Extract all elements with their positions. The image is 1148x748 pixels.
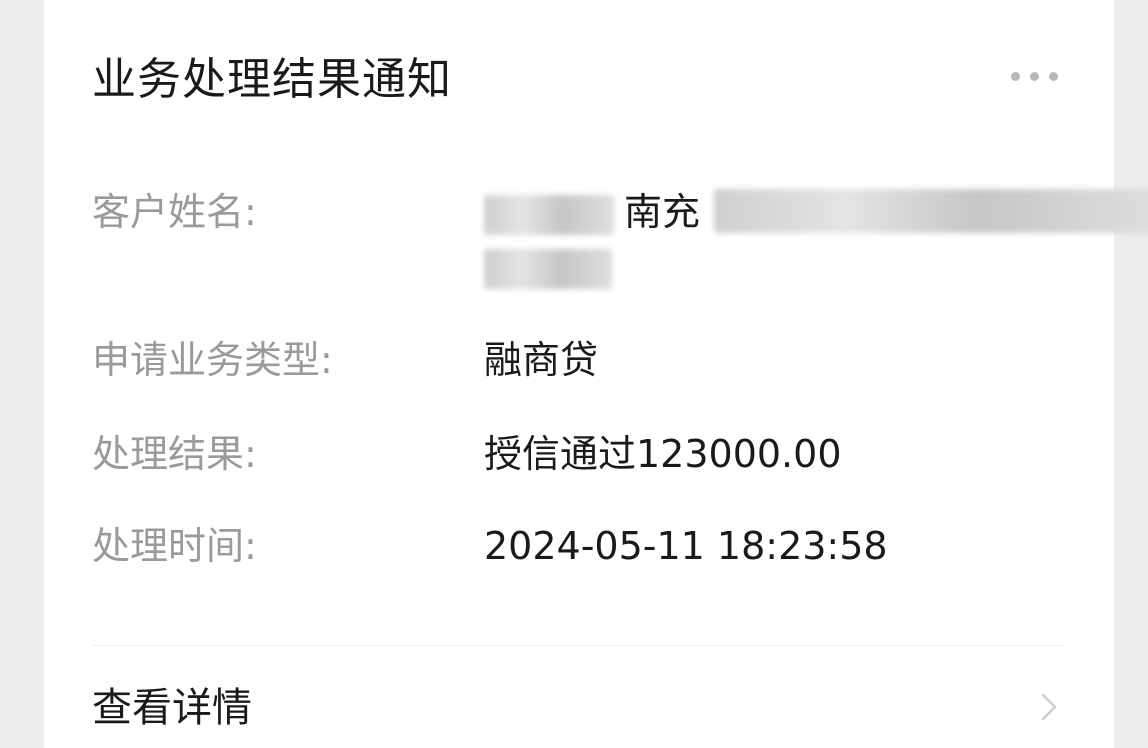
customer-name-value: 南充 [484, 185, 1148, 295]
notification-card: 业务处理结果通知 客户姓名: 南充 申请业务类型: 融商贷 处理结果: 授信通过… [44, 0, 1148, 748]
redacted-text [484, 249, 612, 289]
more-dots-icon [1030, 72, 1039, 81]
redacted-text [714, 189, 1148, 233]
customer-name-row: 客户姓名: 南充 [92, 185, 1148, 295]
result-label: 处理结果: [92, 432, 257, 476]
divider [92, 645, 1066, 646]
redacted-text [484, 195, 614, 235]
business-type-value: 融商贷 [484, 338, 599, 382]
view-details-label: 查看详情 [92, 685, 252, 731]
customer-name-visible-text: 南充 [624, 190, 701, 234]
chevron-right-icon [1041, 693, 1057, 721]
more-dots-icon [1011, 72, 1020, 81]
time-label: 处理时间: [92, 524, 257, 568]
view-details-link[interactable]: 查看详情 [92, 680, 1074, 740]
more-dots-icon [1049, 72, 1058, 81]
business-type-label: 申请业务类型: [92, 338, 333, 382]
card-title: 业务处理结果通知 [92, 54, 452, 105]
more-options-button[interactable] [1011, 72, 1058, 81]
time-value: 2024-05-11 18:23:58 [484, 524, 888, 568]
result-value: 授信通过123000.00 [484, 432, 842, 476]
customer-name-label: 客户姓名: [92, 190, 257, 234]
